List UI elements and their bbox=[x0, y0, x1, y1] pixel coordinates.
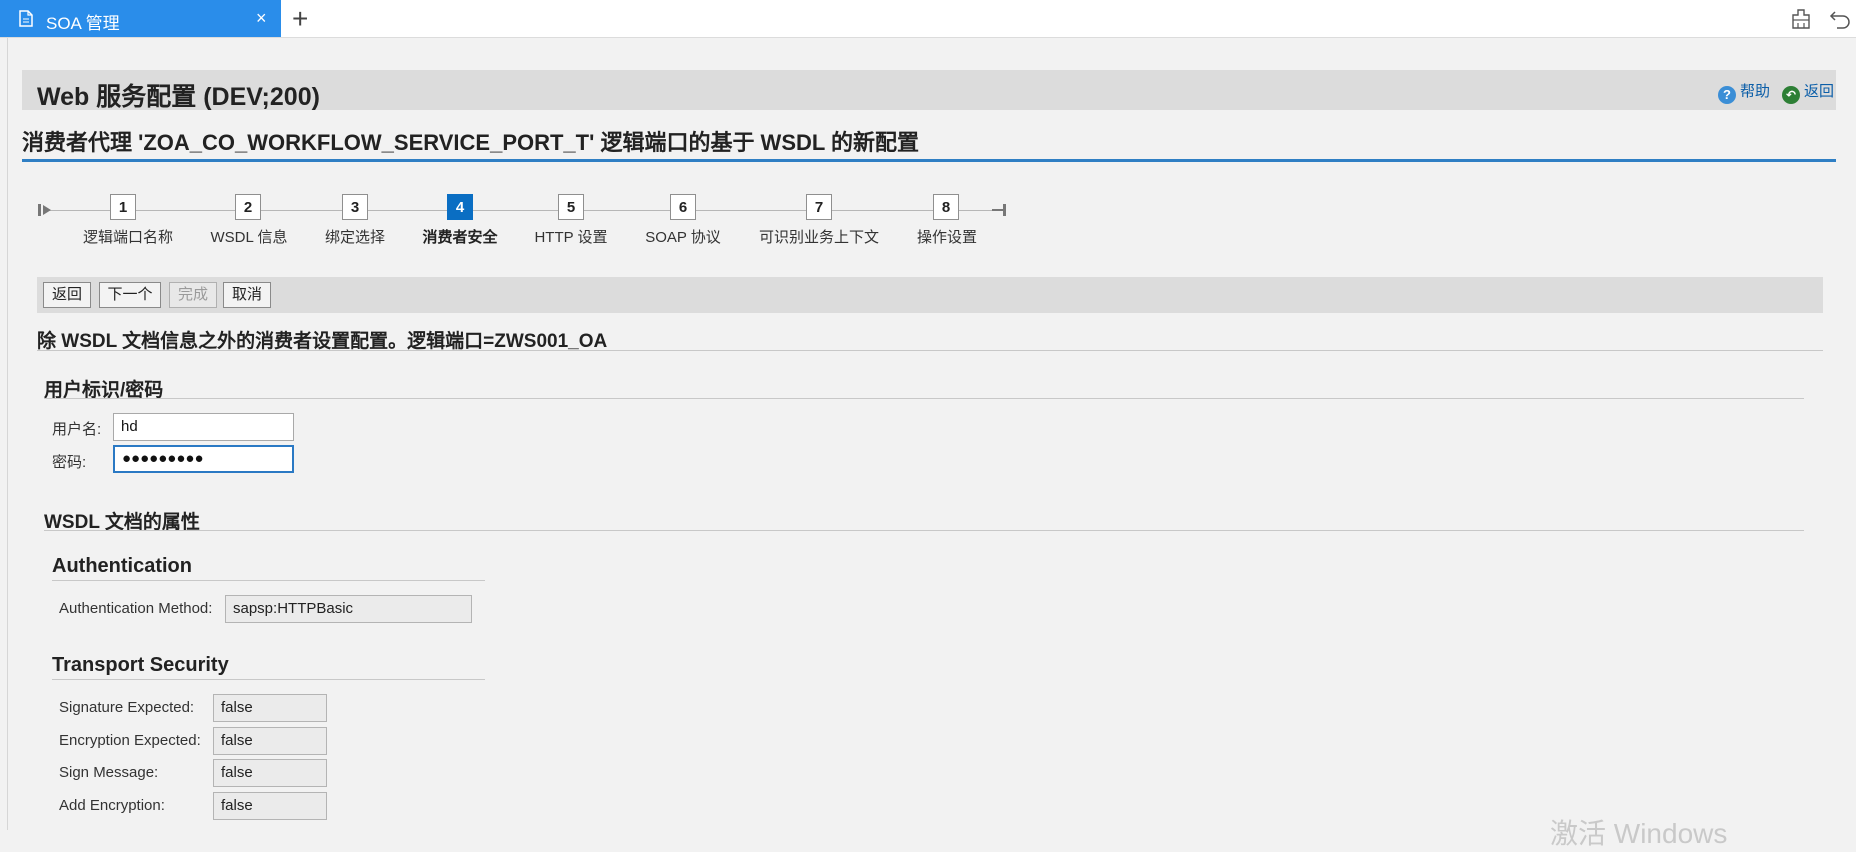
password-field[interactable]: ●●●●●●●●● bbox=[113, 445, 294, 473]
wizard-toolbar: 返回 下一个 完成 取消 bbox=[37, 277, 1823, 313]
roadmap-step-7[interactable]: 7 bbox=[806, 194, 832, 220]
roadmap-step-label[interactable]: HTTP 设置 bbox=[534, 226, 607, 247]
subtitle-underline bbox=[22, 159, 1836, 162]
password-label: 密码: bbox=[52, 454, 87, 471]
section-divider bbox=[37, 350, 1823, 351]
roadmap-step-1[interactable]: 1 bbox=[110, 194, 136, 220]
config-subtitle: 消费者代理 'ZOA_CO_WORKFLOW_SERVICE_PORT_T' 逻… bbox=[22, 130, 920, 155]
roadmap-step-6[interactable]: 6 bbox=[670, 194, 696, 220]
roadmap-step-label[interactable]: 绑定选择 bbox=[325, 226, 385, 247]
roadmap-step-5[interactable]: 5 bbox=[558, 194, 584, 220]
close-icon[interactable]: × bbox=[256, 8, 267, 29]
roadmap-step-label[interactable]: SOAP 协议 bbox=[645, 226, 721, 247]
back-label: 返回 bbox=[1804, 83, 1835, 100]
add-encryption-value: false bbox=[213, 792, 327, 820]
tab-title: SOA 管理 bbox=[46, 14, 120, 33]
page-header: Web 服务配置 (DEV;200) ? 帮助 ↶ 返回 bbox=[22, 70, 1836, 111]
roadmap-step-3[interactable]: 3 bbox=[342, 194, 368, 220]
auth-title: Authentication bbox=[52, 555, 192, 577]
section-title: 除 WSDL 文档信息之外的消费者设置配置。逻辑端口=ZWS001_OA bbox=[37, 331, 608, 352]
page-title: Web 服务配置 (DEV;200) bbox=[37, 83, 320, 111]
left-border bbox=[7, 38, 8, 830]
auth-method-value: sapsp:HTTPBasic bbox=[225, 595, 472, 623]
roadmap-step-label[interactable]: 可识别业务上下文 bbox=[759, 226, 879, 247]
back-button[interactable]: 返回 bbox=[43, 282, 91, 308]
roadmap-step-8[interactable]: 8 bbox=[933, 194, 959, 220]
sign-message-value: false bbox=[213, 759, 327, 787]
username-label: 用户名: bbox=[52, 421, 102, 438]
signature-expected-label: Signature Expected: bbox=[59, 699, 195, 716]
roadmap-end-icon bbox=[992, 204, 1006, 216]
roadmap-line bbox=[48, 210, 996, 211]
windows-activation-watermark: 激活 Windows bbox=[1550, 818, 1728, 849]
back-arrow-icon: ↶ bbox=[1782, 86, 1800, 104]
add-encryption-label: Add Encryption: bbox=[59, 797, 165, 814]
browser-tab[interactable]: SOA 管理 × bbox=[0, 0, 281, 37]
auth-divider bbox=[52, 580, 485, 581]
next-button[interactable]: 下一个 bbox=[99, 282, 161, 308]
roadmap-step-label[interactable]: 操作设置 bbox=[917, 226, 977, 247]
help-icon: ? bbox=[1718, 86, 1736, 104]
roadmap-step-2[interactable]: 2 bbox=[235, 194, 261, 220]
signature-expected-value: false bbox=[213, 694, 327, 722]
roadmap-start-icon bbox=[38, 204, 51, 216]
undo-icon[interactable] bbox=[1829, 8, 1851, 30]
sign-message-label: Sign Message: bbox=[59, 764, 159, 781]
new-tab-icon[interactable]: + bbox=[292, 3, 308, 35]
document-icon bbox=[19, 10, 33, 27]
help-label: 帮助 bbox=[1740, 83, 1771, 100]
transport-title: Transport Security bbox=[52, 654, 229, 676]
encryption-expected-label: Encryption Expected: bbox=[59, 732, 201, 749]
clean-icon[interactable] bbox=[1790, 8, 1812, 30]
finish-button[interactable]: 完成 bbox=[169, 282, 217, 308]
group-divider bbox=[44, 398, 1804, 399]
transport-divider bbox=[52, 679, 485, 680]
cancel-button[interactable]: 取消 bbox=[223, 282, 271, 308]
encryption-expected-value: false bbox=[213, 727, 327, 755]
group-divider bbox=[44, 530, 1804, 531]
browser-tab-bar: SOA 管理 × + bbox=[0, 0, 1856, 38]
help-link[interactable]: ? 帮助 bbox=[1718, 80, 1770, 104]
back-link[interactable]: ↶ 返回 bbox=[1782, 80, 1834, 104]
roadmap-step-label-active[interactable]: 消费者安全 bbox=[422, 226, 497, 247]
roadmap-step-4[interactable]: 4 bbox=[447, 194, 473, 220]
roadmap-step-label[interactable]: 逻辑端口名称 bbox=[83, 226, 173, 247]
roadmap-step-label[interactable]: WSDL 信息 bbox=[211, 226, 288, 247]
auth-method-label: Authentication Method: bbox=[59, 600, 213, 617]
username-field[interactable]: hd bbox=[113, 413, 294, 441]
